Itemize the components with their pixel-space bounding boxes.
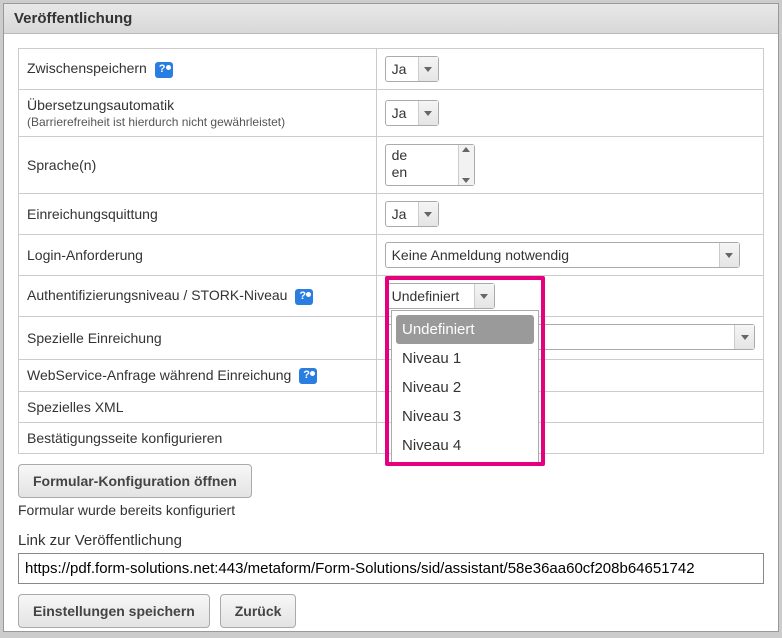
label-confirm-page: Bestätigungsseite konfigurieren: [19, 423, 377, 454]
label-webservice: WebService-Anfrage während Einreichung: [27, 367, 291, 383]
config-status-text: Formular wurde bereits konfiguriert: [18, 502, 764, 518]
label-translation-note: (Barrierefreiheit ist hierdurch nicht ge…: [27, 115, 285, 129]
scrollbar[interactable]: [458, 145, 474, 185]
dropdown-option[interactable]: Undefiniert: [396, 315, 534, 344]
scroll-down-icon[interactable]: [462, 178, 470, 183]
publish-link-label: Link zur Veröffentlichung: [18, 532, 764, 549]
publication-panel: Veröffentlichung Zwischenspeichern Ja Üb…: [3, 3, 779, 632]
chevron-down-icon: [418, 202, 438, 226]
dropdown-option[interactable]: Niveau 2: [392, 373, 538, 402]
chevron-down-icon: [734, 325, 754, 349]
dropdown-option[interactable]: Niveau 3: [392, 402, 538, 431]
row-autosave: Zwischenspeichern Ja: [19, 49, 764, 90]
label-languages: Sprache(n): [19, 137, 377, 194]
receipt-select[interactable]: Ja: [385, 201, 439, 227]
row-login: Login-Anforderung Keine Anmeldung notwen…: [19, 235, 764, 276]
languages-multiselect[interactable]: de en: [385, 144, 475, 186]
panel-title: Veröffentlichung: [4, 4, 778, 34]
help-icon[interactable]: [299, 368, 317, 384]
publish-link-input[interactable]: [18, 553, 764, 584]
label-receipt: Einreichungsquittung: [19, 194, 377, 235]
label-auth: Authentifizierungsniveau / STORK-Niveau: [27, 287, 287, 303]
open-config-button[interactable]: Formular-Konfiguration öffnen: [18, 464, 252, 498]
autosave-select[interactable]: Ja: [385, 56, 439, 82]
language-option[interactable]: en: [392, 164, 452, 181]
row-translation: Übersetzungsautomatik (Barrierefreiheit …: [19, 90, 764, 137]
login-select[interactable]: Keine Anmeldung notwendig: [385, 242, 740, 268]
chevron-down-icon: [418, 57, 438, 81]
label-special-submit: Spezielle Einreichung: [19, 317, 377, 360]
scroll-up-icon[interactable]: [462, 147, 470, 152]
dropdown-option[interactable]: Niveau 1: [392, 344, 538, 373]
row-languages: Sprache(n) de en: [19, 137, 764, 194]
auth-level-dropdown[interactable]: Undefiniert Niveau 1 Niveau 2 Niveau 3 N…: [391, 310, 539, 465]
translation-select[interactable]: Ja: [385, 100, 439, 126]
auth-level-select[interactable]: Undefiniert: [385, 283, 495, 309]
language-option[interactable]: de: [392, 147, 452, 164]
chevron-down-icon: [418, 101, 438, 125]
label-special-xml: Spezielles XML: [19, 392, 377, 423]
help-icon[interactable]: [155, 62, 173, 78]
label-login: Login-Anforderung: [19, 235, 377, 276]
row-receipt: Einreichungsquittung Ja: [19, 194, 764, 235]
label-translation: Übersetzungsautomatik: [27, 97, 174, 113]
dropdown-option[interactable]: Niveau 4: [392, 431, 538, 460]
chevron-down-icon: [719, 243, 739, 267]
back-button[interactable]: Zurück: [220, 594, 297, 628]
label-autosave: Zwischenspeichern: [27, 60, 147, 76]
help-icon[interactable]: [295, 289, 313, 305]
save-settings-button[interactable]: Einstellungen speichern: [18, 594, 210, 628]
chevron-down-icon: [474, 284, 494, 308]
